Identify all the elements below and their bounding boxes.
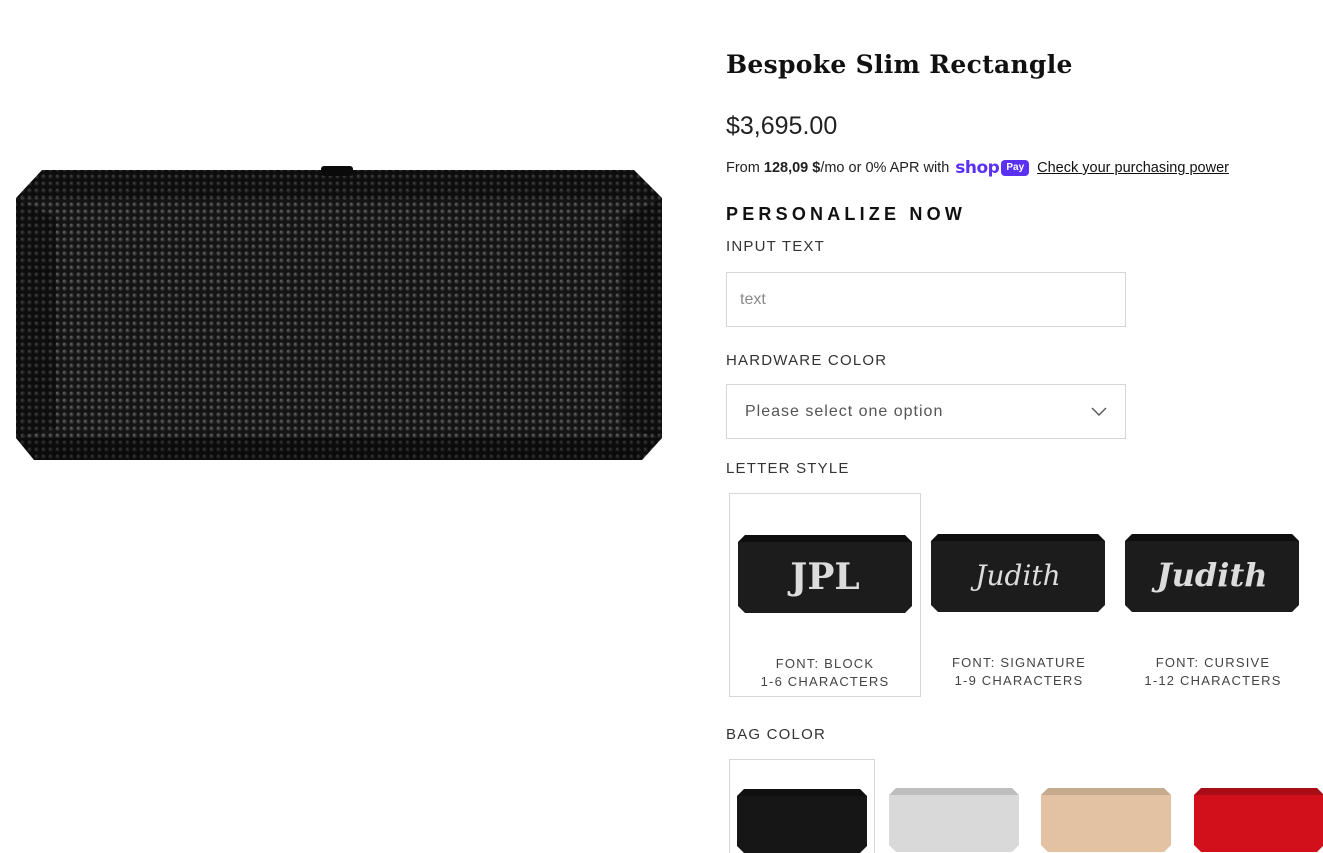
letter-style-option-signature[interactable]: Judith FONT: SIGNATURE 1-9 CHARACTERS	[923, 493, 1115, 697]
font-name: FONT: BLOCK	[775, 656, 875, 671]
shop-pay-pill: Pay	[1001, 160, 1030, 176]
hardware-color-selected-value: Please select one option	[745, 402, 944, 420]
bag-color-option-red[interactable]	[1187, 759, 1323, 853]
font-caption-cursive: FONT: CURSIVE 1-12 CHARACTERS	[1117, 654, 1309, 690]
installment-amount: 128,09 $	[763, 160, 821, 176]
block-font-sample: JPL	[787, 556, 859, 598]
bag-color-option-black[interactable]	[729, 759, 875, 853]
bag-color-option-silver[interactable]	[882, 759, 1028, 853]
product-title: Bespoke Slim Rectangle	[726, 50, 1073, 79]
champagne-bag-swatch	[1040, 788, 1172, 852]
hardware-color-label: HARDWARE COLOR	[726, 352, 888, 369]
shop-pay-logo: shop Pay	[955, 158, 1030, 178]
letter-style-option-block[interactable]: JPL FONT: BLOCK 1-6 CHARACTERS	[729, 493, 921, 697]
input-text-label: INPUT TEXT	[726, 238, 825, 255]
personalize-heading: PERSONALIZE NOW	[726, 204, 967, 224]
shop-pay-word: shop	[955, 158, 1000, 178]
black-crystal-clutch-image	[16, 166, 662, 460]
check-purchasing-power-link[interactable]: Check your purchasing power	[1037, 160, 1229, 176]
personalization-text-input[interactable]	[726, 272, 1126, 327]
signature-font-sample: Judith	[970, 559, 1060, 592]
font-caption-block: FONT: BLOCK 1-6 CHARACTERS	[730, 655, 920, 691]
letter-style-option-cursive[interactable]: Judith FONT: CURSIVE 1-12 CHARACTERS	[1117, 493, 1309, 697]
installments-prefix: From	[726, 160, 760, 176]
cursive-font-preview-image: Judith	[1124, 531, 1300, 615]
product-price: $3,695.00	[726, 112, 838, 140]
signature-font-preview-image: Judith	[930, 531, 1106, 615]
bag-color-option-champagne[interactable]	[1034, 759, 1180, 853]
character-limit: 1-12 CHARACTERS	[1144, 673, 1282, 688]
character-limit: 1-9 CHARACTERS	[954, 673, 1084, 688]
chevron-down-icon	[1091, 407, 1107, 416]
product-image	[12, 166, 664, 462]
bag-color-label: BAG COLOR	[726, 726, 826, 743]
hardware-color-select[interactable]: Please select one option	[726, 384, 1126, 439]
block-font-preview-image: JPL	[737, 532, 913, 616]
installments-suffix: /mo or 0% APR with	[820, 160, 950, 176]
font-caption-signature: FONT: SIGNATURE 1-9 CHARACTERS	[923, 654, 1115, 690]
black-bag-swatch	[736, 789, 868, 853]
font-name: FONT: SIGNATURE	[951, 655, 1087, 670]
silver-bag-swatch	[888, 788, 1020, 852]
character-limit: 1-6 CHARACTERS	[760, 674, 890, 689]
font-name: FONT: CURSIVE	[1155, 655, 1271, 670]
letter-style-label: LETTER STYLE	[726, 460, 850, 477]
cursive-font-sample: Judith	[1151, 556, 1268, 594]
shop-pay-installments: From 128,09 $/mo or 0% APR with shop Pay…	[726, 157, 1229, 179]
red-bag-swatch	[1193, 788, 1323, 852]
